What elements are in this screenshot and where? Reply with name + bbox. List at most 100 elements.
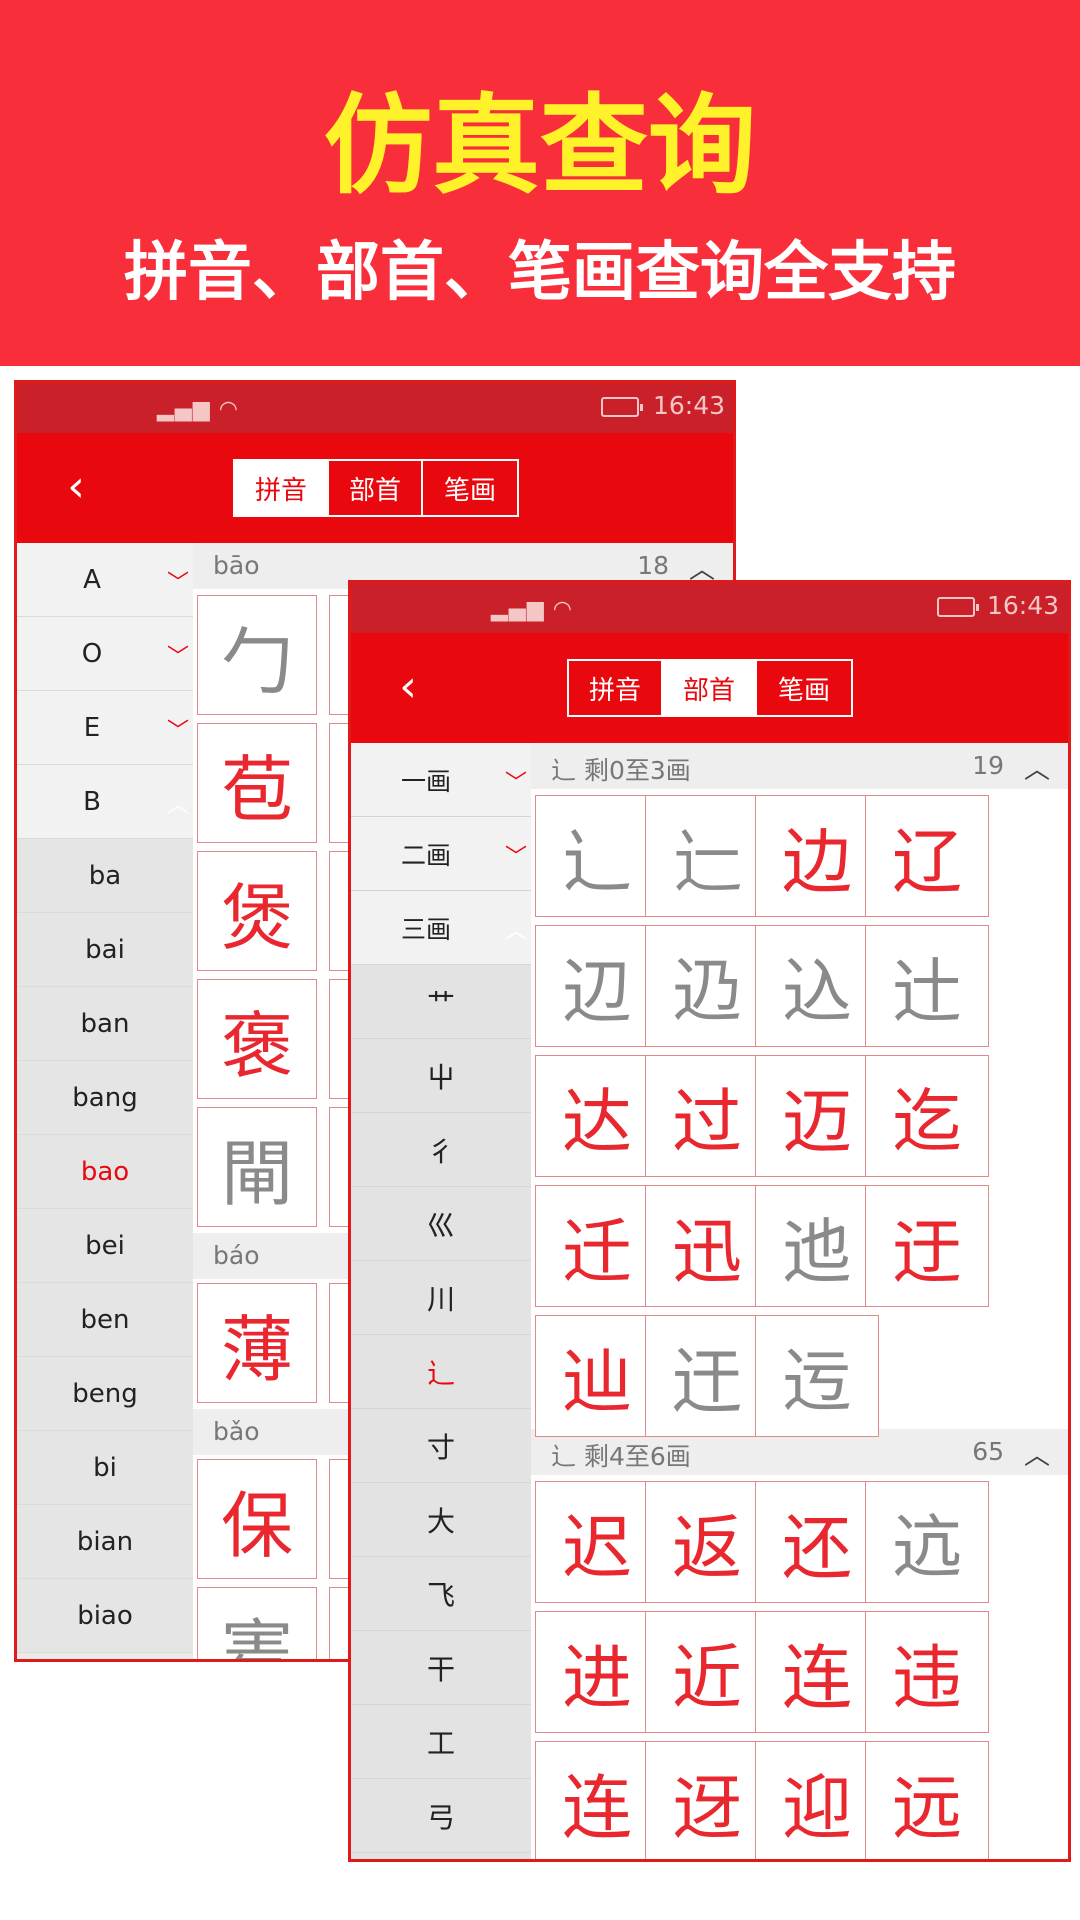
stroke-count-item[interactable]: 一画 ﹀ [351,743,531,817]
radical-item[interactable]: 寸 [351,1409,531,1483]
character-cell[interactable]: 达 [535,1055,659,1177]
character-cell[interactable]: 连 [755,1611,879,1733]
status-bar: ▂▄▆ ◠ 16:43 [17,383,733,433]
character-cell[interactable]: 辿 [535,1315,659,1437]
banner-title: 仿真查询 [323,84,756,209]
character-cell[interactable]: 辶 [535,795,659,917]
letter-item-b[interactable]: B ︿ [17,765,193,839]
character-grid: 辶 剩0至3画 19 ︿ 辶 剩4至6画 65 ︿ 辶辷边辽辺辸込辻达过迈迄迁迅… [531,743,1068,1859]
syllable-item[interactable]: beng [17,1357,193,1431]
syllable-item[interactable]: ban [17,987,193,1061]
letter-item-o[interactable]: O ﹀ [17,617,193,691]
toolbar: ‹ 拼音 部首 笔画 [351,633,1068,743]
stroke-count-item[interactable]: 二画 ﹀ [351,817,531,891]
status-time: 16:43 [653,391,726,420]
banner-subtitle: 拼音、部首、笔画查询全支持 [124,236,956,310]
syllable-item[interactable]: bian [17,1505,193,1579]
tab-radical[interactable]: 部首 [329,461,423,515]
signal-wifi-icon: ▂▄▆ ◠ [491,597,573,622]
character-cell[interactable]: 进 [535,1611,659,1733]
radical-item[interactable]: 彳 [351,1113,531,1187]
character-cell[interactable]: 迟 [535,1481,659,1603]
character-cell[interactable]: 寚 [197,1587,317,1659]
character-cell[interactable]: 保 [197,1459,317,1579]
syllable-item[interactable]: biao [17,1579,193,1653]
phone-radical-view: ▂▄▆ ◠ 16:43 ‹ 拼音 部首 笔画 一画 ﹀ 二画 ﹀ 三画 ︿ 艹 屮 彳… [348,580,1071,1862]
character-cell[interactable]: 迓 [645,1741,769,1859]
chevron-down-icon: ﹀ [166,645,189,670]
character-cell[interactable]: 苞 [197,723,317,843]
signal-wifi-icon: ▂▄▆ ◠ [157,397,239,422]
radical-item[interactable]: 飞 [351,1557,531,1631]
character-cell[interactable]: 辸 [645,925,769,1047]
tab-pinyin[interactable]: 拼音 [235,461,329,515]
character-cell[interactable]: 閘 [197,1107,317,1227]
pinyin-sidebar: A ﹀ O ﹀ E ﹀ B ︿ ba bai ban bang bao bei ben … [17,543,193,1659]
chevron-down-icon: ﹀ [166,719,189,744]
character-cell[interactable]: 近 [645,1611,769,1733]
back-arrow-icon[interactable]: ‹ [53,465,99,511]
radical-item-selected[interactable]: 辶 [351,1335,531,1409]
toolbar: ‹ 拼音 部首 笔画 [17,433,733,543]
character-cell[interactable]: 込 [755,925,879,1047]
character-cell[interactable]: 薄 [197,1283,317,1403]
character-cell[interactable]: 迂 [865,1185,989,1307]
radical-item[interactable]: 干 [351,1631,531,1705]
syllable-item[interactable]: bai [17,913,193,987]
mode-tabs: 拼音 部首 笔画 [233,459,519,517]
battery-icon [601,397,643,417]
character-cell[interactable]: 勹 [197,595,317,715]
character-cell[interactable]: 煲 [197,851,317,971]
character-cell[interactable]: 返 [645,1481,769,1603]
character-cell[interactable]: 辻 [865,925,989,1047]
radical-item[interactable]: 工 [351,1705,531,1779]
letter-item-e[interactable]: E ﹀ [17,691,193,765]
radical-sidebar: 一画 ﹀ 二画 ﹀ 三画 ︿ 艹 屮 彳 巛 川 辶 寸 大 飞 干 工 弓 [351,743,531,1859]
battery-icon [937,597,979,617]
radical-item[interactable]: 巛 [351,1187,531,1261]
tab-stroke[interactable]: 笔画 [757,661,851,715]
syllable-item[interactable]: ba [17,839,193,913]
radical-item[interactable]: 屮 [351,1039,531,1113]
syllable-item[interactable]: bei [17,1209,193,1283]
character-cell[interactable]: 迒 [865,1481,989,1603]
character-cell[interactable]: 违 [865,1611,989,1733]
character-cell[interactable]: 迎 [755,1741,879,1859]
character-cell[interactable]: 辺 [535,925,659,1047]
character-cell[interactable]: 过 [645,1055,769,1177]
radical-item[interactable]: 大 [351,1483,531,1557]
syllable-item-selected[interactable]: bao [17,1135,193,1209]
mode-tabs: 拼音 部首 笔画 [567,659,853,717]
letter-item-a[interactable]: A ﹀ [17,543,193,617]
character-cell[interactable]: 远 [865,1741,989,1859]
character-cell[interactable]: 迆 [755,1185,879,1307]
character-cell[interactable]: 迄 [865,1055,989,1177]
character-cell[interactable]: 褒 [197,979,317,1099]
tab-stroke[interactable]: 笔画 [423,461,517,515]
stroke-count-item[interactable]: 三画 ︿ [351,891,531,965]
syllable-item[interactable]: bi [17,1431,193,1505]
character-cell[interactable]: 连 [535,1741,659,1859]
tab-radical[interactable]: 部首 [663,661,757,715]
chevron-down-icon: ﹀ [166,571,189,596]
back-arrow-icon[interactable]: ‹ [385,665,431,711]
tab-pinyin[interactable]: 拼音 [569,661,663,715]
chevron-up-icon: ︿ [1023,1441,1050,1471]
character-cell[interactable]: 迀 [645,1315,769,1437]
radical-item[interactable]: 弓 [351,1779,531,1853]
character-cell[interactable]: 还 [755,1481,879,1603]
character-cell[interactable]: 迅 [645,1185,769,1307]
radical-item[interactable]: 川 [351,1261,531,1335]
syllable-item[interactable]: bang [17,1061,193,1135]
chevron-up-icon: ︿ [1023,755,1050,785]
radical-item[interactable]: 艹 [351,965,531,1039]
character-cell[interactable]: 迁 [535,1185,659,1307]
character-cell[interactable]: 迃 [755,1315,879,1437]
character-cell[interactable]: 边 [755,795,879,917]
character-cell[interactable]: 迈 [755,1055,879,1177]
character-cell[interactable]: 辷 [645,795,769,917]
section-header[interactable]: 辶 剩0至3画 19 ︿ [531,743,1068,789]
syllable-item[interactable]: ben [17,1283,193,1357]
character-cell[interactable]: 辽 [865,795,989,917]
chevron-down-icon: ﹀ [504,845,527,870]
